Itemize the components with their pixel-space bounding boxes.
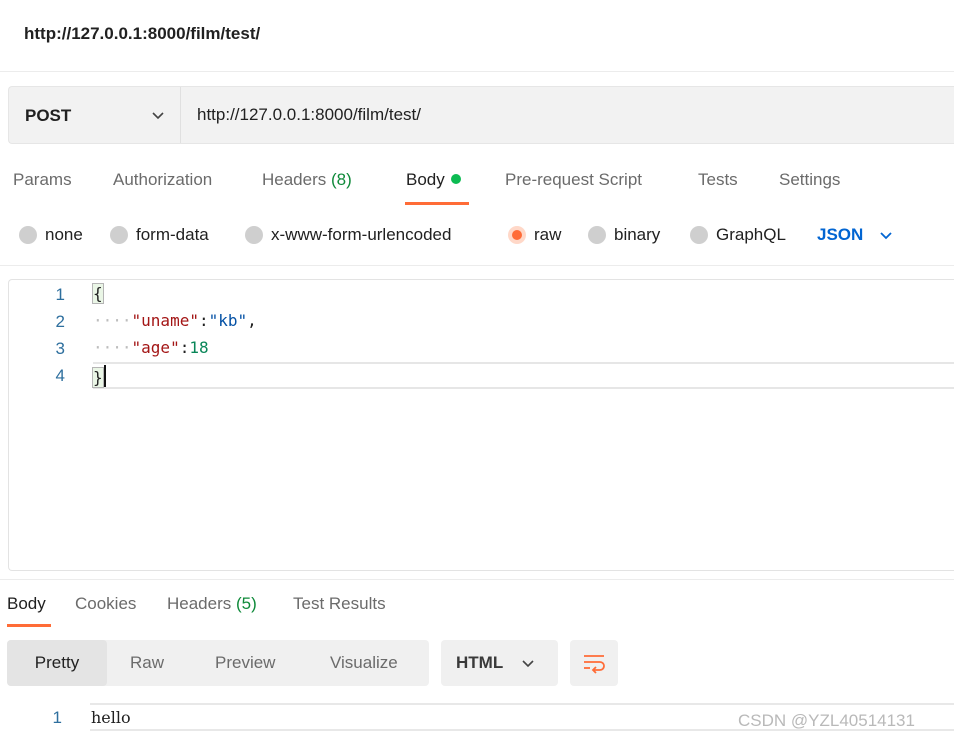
mode-raw[interactable]: Raw xyxy=(130,640,164,686)
tab-label: Headers xyxy=(262,170,327,189)
response-tab-cookies[interactable]: Cookies xyxy=(75,594,136,614)
wrap-lines-button[interactable] xyxy=(570,640,618,686)
radio-form-data[interactable]: form-data xyxy=(110,220,209,250)
code-text: ····"uname":"kb", xyxy=(93,311,257,330)
active-tab-underline xyxy=(405,202,469,205)
radio-circle xyxy=(588,226,606,244)
colon: : xyxy=(179,338,190,357)
radio-label: none xyxy=(45,225,83,244)
code-line: 3 ····"age":18 xyxy=(9,335,954,362)
brace-open: { xyxy=(92,283,104,304)
request-title-bar: http://127.0.0.1:8000/film/test/ xyxy=(0,0,954,72)
indent-whitespace: ···· xyxy=(93,311,132,330)
colon: : xyxy=(198,311,209,330)
radio-binary[interactable]: binary xyxy=(588,220,660,250)
tab-label: Headers xyxy=(167,594,232,613)
line-number: 4 xyxy=(55,366,65,385)
line-number: 1 xyxy=(55,285,65,304)
radio-label: binary xyxy=(614,225,661,244)
method-label: POST xyxy=(25,106,72,125)
headers-count: (5) xyxy=(236,594,257,613)
tab-label: Tests xyxy=(698,170,738,189)
radio-circle xyxy=(110,226,128,244)
radio-label: raw xyxy=(534,225,562,244)
tab-label: Settings xyxy=(779,170,841,189)
url-input[interactable]: http://127.0.0.1:8000/film/test/ xyxy=(197,105,421,125)
json-string-value: "kb" xyxy=(208,311,248,330)
code-line: 1 { xyxy=(9,281,954,308)
json-key: "age" xyxy=(131,338,180,357)
request-title[interactable]: http://127.0.0.1:8000/film/test/ xyxy=(24,24,260,44)
line-number: 3 xyxy=(55,339,65,358)
indent-whitespace: ···· xyxy=(93,338,132,357)
chevron-down-icon xyxy=(880,232,892,240)
tab-pre-request-script[interactable]: Pre-request Script xyxy=(505,170,642,190)
tab-tests[interactable]: Tests xyxy=(698,170,738,190)
response-text: hello xyxy=(91,708,131,727)
response-language-label: HTML xyxy=(456,653,504,672)
text-caret xyxy=(103,365,106,387)
body-language-label: JSON xyxy=(817,225,864,244)
radio-none[interactable]: none xyxy=(19,220,83,250)
code-line: 2 ····"uname":"kb", xyxy=(9,308,954,335)
chevron-down-icon xyxy=(152,112,164,120)
brace-close: } xyxy=(92,367,104,388)
tab-label: Params xyxy=(13,170,72,189)
response-language-select[interactable]: HTML xyxy=(441,640,558,686)
active-tab-underline xyxy=(7,624,51,627)
response-tab-test-results[interactable]: Test Results xyxy=(293,594,386,614)
radio-circle xyxy=(245,226,263,244)
code-text: } xyxy=(92,365,106,388)
radio-circle xyxy=(690,226,708,244)
watermark: CSDN @YZL40514131 xyxy=(738,711,915,730)
tab-body[interactable]: Body xyxy=(406,170,461,190)
radio-label: form-data xyxy=(136,225,209,244)
code-text: { xyxy=(92,283,104,304)
active-indicator-dot xyxy=(450,174,461,184)
radio-circle-checked xyxy=(508,226,526,244)
radio-label: GraphQL xyxy=(716,225,786,244)
mode-pretty[interactable]: Pretty xyxy=(7,640,107,686)
response-tab-headers[interactable]: Headers (5) xyxy=(167,594,257,614)
line-number: 1 xyxy=(52,708,62,727)
line-number: 2 xyxy=(55,312,65,331)
body-code-editor[interactable]: 1 { 2 ····"uname":"kb", 3 ····"age":18 4… xyxy=(8,279,954,571)
request-bar: POST http://127.0.0.1:8000/film/test/ xyxy=(8,86,954,144)
divider xyxy=(0,265,954,266)
tab-params[interactable]: Params xyxy=(13,170,72,190)
request-tabs: Params Authorization Headers (8) Body Pr… xyxy=(0,166,954,206)
mode-preview[interactable]: Preview xyxy=(215,640,275,686)
radio-label: x-www-form-urlencoded xyxy=(271,225,452,244)
response-tabs: Body Cookies Headers (5) Test Results xyxy=(0,588,954,628)
radio-graphql[interactable]: GraphQL xyxy=(690,220,786,250)
tab-label: Pre-request Script xyxy=(505,170,642,189)
tab-label: Body xyxy=(406,170,445,189)
view-mode-group: Pretty Raw Preview Visualize xyxy=(7,640,429,686)
comma: , xyxy=(247,311,257,330)
radio-x-www-form-urlencoded[interactable]: x-www-form-urlencoded xyxy=(245,220,451,250)
body-type-options: none form-data x-www-form-urlencoded raw… xyxy=(0,220,954,250)
wrap-lines-icon xyxy=(584,655,605,674)
radio-circle xyxy=(19,226,37,244)
divider xyxy=(0,579,954,580)
tab-label: Authorization xyxy=(113,170,213,189)
json-number-value: 18 xyxy=(189,338,209,357)
headers-count: (8) xyxy=(331,170,352,189)
tab-settings[interactable]: Settings xyxy=(779,170,840,190)
tab-headers[interactable]: Headers (8) xyxy=(262,170,352,190)
body-language-select[interactable]: JSON xyxy=(817,220,895,250)
response-tab-body[interactable]: Body xyxy=(7,594,46,614)
code-line: 4 } xyxy=(9,362,954,389)
chevron-down-icon xyxy=(522,660,534,668)
code-text: ····"age":18 xyxy=(93,338,209,357)
mode-visualize[interactable]: Visualize xyxy=(330,640,398,686)
radio-raw[interactable]: raw xyxy=(508,220,561,250)
method-select[interactable]: POST xyxy=(9,87,181,143)
tab-authorization[interactable]: Authorization xyxy=(113,170,212,190)
json-key: "uname" xyxy=(131,311,199,330)
